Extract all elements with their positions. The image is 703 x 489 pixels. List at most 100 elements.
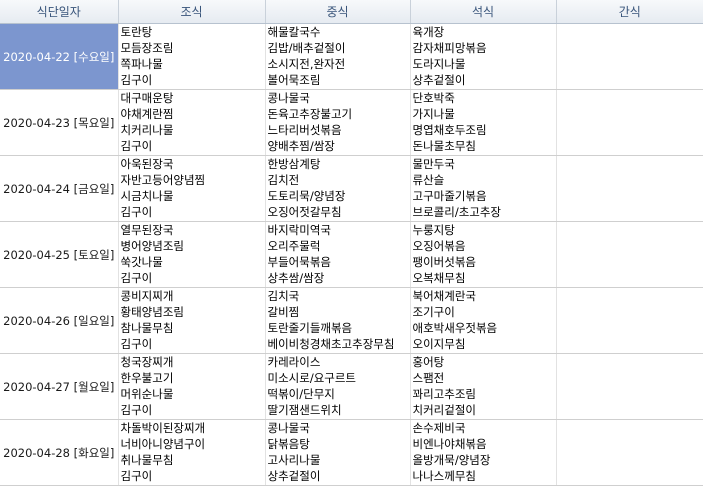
snack-cell[interactable] [556,221,703,288]
breakfast-cell[interactable]: 대구매운탕야채계란찜치커리나물김구이 [118,89,266,156]
date-cell[interactable]: 2020-04-25 [토요일] [0,221,119,288]
menu-item: 김치전 [267,173,300,187]
table-row[interactable]: 2020-04-26 [일요일] 콩비지찌개 황태양념조림 참나물무침 김구이 김치국 갈비… [0,287,703,354]
menu-item: 고구마줄기볶음 [412,189,487,203]
menu-item: 자반고등어양념찜 [120,173,206,187]
column-header-lunch[interactable]: 중식 [265,0,411,24]
menu-item: 머위순나물 [120,387,174,401]
menu-item: 한방삼계탕 [267,157,321,171]
menu-item: 콩나물국 [267,91,310,105]
table-row[interactable]: 2020-04-23 [목요일] 대구매운탕 야채계란찜 치커리나물 김구이 콩나물국 돈육… [0,89,703,156]
menu-item: 육개장 [412,25,445,39]
table-row[interactable]: 2020-04-27 [월요일] 청국장찌개 한우불고기 머위순나물 김구이 카레라이스 미… [0,353,703,420]
menu-item: 토란줄기들깨볶음 [267,321,353,335]
table-row[interactable]: 2020-04-22 [수요일] 토란탕 모듬장조림 쪽파나물 김구이 해물칼국수 김밥/배… [0,23,703,90]
date-cell[interactable]: 2020-04-27 [월요일] [0,353,119,420]
breakfast-cell[interactable]: 콩비지찌개 황태양념조림 참나물무침 김구이 [118,287,266,354]
column-header-dinner[interactable]: 석식 [410,0,557,24]
lunch-cell[interactable]: 해물칼국수 김밥/배추겉절이 소시지전,완자전 볼어묵조림 [265,23,411,90]
lunch-cell[interactable]: 바지락미역국 오리주물럭 부들어묵볶음 상추쌈/쌈장 [265,221,411,288]
menu-item: 고사리나물 [267,453,321,467]
lunch-cell[interactable]: 콩나물국 닭볶음탕 고사리나물 상추겉절이 [265,419,411,486]
menu-item: 누룽지탕 [412,223,455,237]
snack-cell[interactable] [556,353,703,420]
menu-item: 감자채피망볶음 [412,41,487,55]
menu-item: 치커리겉절이 [412,403,476,417]
date-cell[interactable]: 2020-04-23 [목요일] [0,89,119,156]
menu-item: 김구이 [120,139,153,153]
menu-item: 너비아니양념구이 [120,437,206,451]
menu-item: 북어채계란국 [412,289,476,303]
menu-item: 대구매운탕 [120,91,174,105]
menu-item: 바지락미역국 [267,223,331,237]
dinner-cell[interactable]: 물만두국 류산슬 고구마줄기볶음 브로콜리/초고추장 [410,155,557,222]
column-header-breakfast[interactable]: 조식 [118,0,266,24]
menu-item: 소시지전,완자전 [267,57,346,71]
menu-item: 가지나물 [412,107,455,121]
dinner-cell[interactable]: 손수제비국 비엔나야채볶음 올방개묵/양념장 나나스께무침 [410,419,557,486]
breakfast-cell[interactable]: 아욱된장국 자반고등어양념찜 시금치나물 김구이 [118,155,266,222]
lunch-cell[interactable]: 김치국 갈비찜 토란줄기들깨볶음 베이비청경채초고추장무침 [265,287,411,354]
date-cell[interactable]: 2020-04-28 [화요일] [0,419,119,486]
menu-item: 김구이 [120,337,153,351]
snack-cell[interactable] [556,23,703,90]
menu-item: 토란탕 [120,25,153,39]
menu-item: 쑥갓나물 [120,255,163,269]
lunch-cell[interactable]: 카레라이스 미소시로/요구르트 떡볶이/단무지 딸기잼샌드위치 [265,353,411,420]
menu-item: 한우불고기 [120,371,174,385]
breakfast-cell[interactable]: 토란탕 모듬장조림 쪽파나물 김구이 [118,23,266,90]
menu-item: 미소시로/요구르트 [267,371,357,385]
menu-item: 느타리버섯볶음 [267,123,342,137]
header-row: 식단일자 조식 중식 석식 간식 [0,0,703,24]
dinner-cell[interactable]: 단호박죽 가지나물 명엽채호두조림 돈나물초무침 [410,89,557,156]
table-body: 2020-04-22 [수요일] 토란탕 모듬장조림 쪽파나물 김구이 해물칼국수 김밥/배… [0,23,703,486]
lunch-cell[interactable]: 한방삼계탕김치전도토리묵/양념장오징어젓갈무침 [265,155,411,222]
menu-item: 차돌박이된장찌개 [120,421,206,435]
table-row[interactable]: 2020-04-25 [토요일] 열무된장국 병어양념조림 쑥갓나물 김구이 바지락미역국… [0,221,703,288]
menu-item: 청국장찌개 [120,355,174,369]
date-cell[interactable]: 2020-04-26 [일요일] [0,287,119,354]
column-header-snack[interactable]: 간식 [556,0,703,24]
menu-item: 나나스께무침 [412,469,476,483]
menu-item: 아욱된장국 [120,157,174,171]
snack-cell[interactable] [556,287,703,354]
menu-item: 손수제비국 [412,421,466,435]
snack-cell[interactable] [556,89,703,156]
menu-item: 치커리나물 [120,123,174,137]
menu-item: 황태양념조림 [120,305,184,319]
table-row[interactable]: 2020-04-24 [금요일] 아욱된장국 자반고등어양념찜 시금치나물 김구이 한방삼… [0,155,703,222]
snack-cell[interactable] [556,155,703,222]
lunch-cell[interactable]: 콩나물국 돈육고추장불고기 느타리버섯볶음 양배추찜/쌈장 [265,89,411,156]
date-cell[interactable]: 2020-04-24 [금요일] [0,155,119,222]
dinner-cell[interactable]: 누룽지탕 오징어볶음 팽이버섯볶음 오복채무침 [410,221,557,288]
breakfast-cell[interactable]: 청국장찌개 한우불고기 머위순나물 김구이 [118,353,266,420]
menu-item: 콩비지찌개 [120,289,174,303]
menu-item: 부들어묵볶음 [267,255,331,269]
menu-item: 김밥/배추겉절이 [267,41,346,55]
menu-item: 김구이 [120,205,153,219]
menu-item: 볼어묵조림 [267,73,321,87]
menu-item: 조기구이 [412,305,455,319]
date-cell[interactable]: 2020-04-22 [수요일] [0,23,119,90]
menu-item: 돈육고추장불고기 [267,107,353,121]
menu-item: 홍어탕 [412,355,445,369]
menu-item: 야채계란찜 [120,107,174,121]
breakfast-cell[interactable]: 차돌박이된장찌개 너비아니양념구이 취나물무침 김구이 [118,419,266,486]
menu-item: 오징어젓갈무침 [267,205,342,219]
breakfast-cell[interactable]: 열무된장국 병어양념조림 쑥갓나물 김구이 [118,221,266,288]
dinner-cell[interactable]: 홍어탕 스팸전 꽈리고추조림 치커리겉절이 [410,353,557,420]
dinner-cell[interactable]: 육개장 감자채피망볶음 도라지나물 상추겉절이 [410,23,557,90]
menu-item: 도토리묵/양념장 [267,189,346,203]
dinner-cell[interactable]: 북어채계란국 조기구이 애호박새우젓볶음 오이지무침 [410,287,557,354]
menu-item: 단호박죽 [412,91,455,105]
table-row[interactable]: 2020-04-28 [화요일] 차돌박이된장찌개 너비아니양념구이 취나물무침 김구이… [0,419,703,486]
meal-schedule-table: 식단일자 조식 중식 석식 간식 2020-04-22 [수요일] 토란탕 모듬장조… [0,0,703,486]
snack-cell[interactable] [556,419,703,486]
menu-item: 명엽채호두조림 [412,123,487,137]
menu-item: 취나물무침 [120,453,174,467]
menu-item: 류산슬 [412,173,445,187]
menu-item: 물만두국 [412,157,455,171]
table-header: 식단일자 조식 중식 석식 간식 [0,0,703,24]
column-header-date[interactable]: 식단일자 [0,0,119,24]
menu-item: 콩나물국 [267,421,310,435]
